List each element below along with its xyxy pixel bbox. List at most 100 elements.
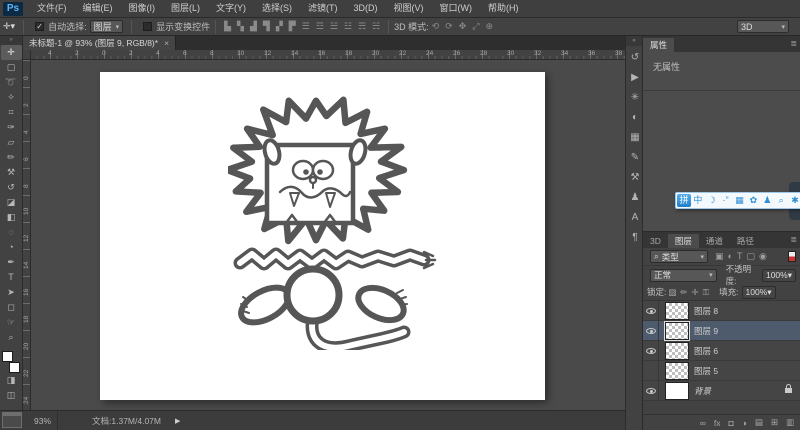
- 3d-slide-icon[interactable]: ⤢: [469, 21, 482, 32]
- hand-tool[interactable]: ☞: [1, 315, 22, 330]
- tab-图层[interactable]: 图层: [667, 234, 699, 248]
- brush-panel-icon[interactable]: ✎: [626, 152, 644, 163]
- status-options-icon[interactable]: ▶: [175, 417, 180, 425]
- menu-item[interactable]: 帮助(H): [480, 0, 527, 17]
- distribute-left-icon[interactable]: ☳: [341, 21, 355, 32]
- menu-item[interactable]: 视图(V): [386, 0, 432, 17]
- eraser-tool[interactable]: ◪: [1, 195, 22, 210]
- align-right-icon[interactable]: ▟: [247, 21, 260, 32]
- ime-fullwidth-toggle-icon[interactable]: ☽: [705, 193, 719, 208]
- layer-row[interactable]: 图层 5: [643, 360, 800, 381]
- pen-tool[interactable]: ✒: [1, 255, 22, 270]
- visibility-toggle[interactable]: [643, 340, 659, 361]
- lock-position-icon[interactable]: ✛: [692, 287, 699, 298]
- menu-item[interactable]: 3D(D): [346, 0, 386, 17]
- foreground-color-swatch[interactable]: [2, 351, 13, 362]
- ime-logo-icon[interactable]: 拼: [677, 194, 691, 207]
- layer-row[interactable]: 图层 9: [643, 320, 800, 341]
- 3d-drag-icon[interactable]: ✥: [456, 21, 470, 32]
- paragraph-panel-icon[interactable]: ¶: [626, 232, 644, 243]
- clone-stamp-tool[interactable]: ⚒: [1, 165, 22, 180]
- styles-panel-icon[interactable]: ▦: [626, 132, 644, 143]
- menu-item[interactable]: 图层(L): [163, 0, 208, 17]
- visibility-toggle[interactable]: [643, 320, 659, 341]
- color-swatches[interactable]: [2, 351, 20, 373]
- show-transform-checkbox[interactable]: [143, 22, 153, 31]
- layer-thumbnail[interactable]: [665, 361, 689, 380]
- quick-selection-tool[interactable]: ✧: [1, 90, 22, 105]
- history-panel-icon[interactable]: ↺: [626, 52, 644, 63]
- workspace-switcher[interactable]: 3D ▾: [737, 20, 789, 33]
- ime-punctuation-icon[interactable]: ·”: [719, 193, 733, 208]
- new-group-icon[interactable]: ▤: [755, 417, 763, 428]
- 3d-roll-icon[interactable]: ⟳: [442, 21, 456, 32]
- new-layer-icon[interactable]: ⊞: [771, 417, 778, 428]
- brush-tool[interactable]: ✏: [1, 150, 22, 165]
- ime-skin-icon[interactable]: ✿: [746, 193, 760, 208]
- filter-smart-objects-icon[interactable]: ◉: [759, 251, 767, 262]
- blur-tool[interactable]: ◌: [1, 225, 22, 240]
- delete-layer-icon[interactable]: ▥: [786, 417, 794, 428]
- lasso-tool[interactable]: ➰: [1, 75, 22, 90]
- lock-transparency-icon[interactable]: ▨: [668, 287, 676, 298]
- ime-settings-icon[interactable]: ✱: [788, 193, 800, 208]
- auto-select-checkbox[interactable]: ✓: [35, 22, 45, 31]
- align-top-icon[interactable]: ▜: [260, 21, 273, 32]
- crop-tool[interactable]: ⌗: [1, 105, 22, 120]
- layer-thumbnail[interactable]: [665, 381, 689, 400]
- layer-row[interactable]: 背景: [643, 380, 800, 401]
- current-tool-icon[interactable]: ✛▾: [0, 21, 18, 32]
- menu-item[interactable]: 编辑(E): [75, 0, 121, 17]
- panel-menu-icon[interactable]: ≣: [790, 235, 797, 244]
- lock-pixels-icon[interactable]: ✏: [680, 287, 687, 298]
- auto-select-dropdown[interactable]: 图层 ▾: [89, 20, 124, 33]
- visibility-toggle[interactable]: [643, 360, 659, 381]
- clone-source-panel-icon[interactable]: ⚒: [626, 172, 644, 183]
- menu-item[interactable]: 选择(S): [254, 0, 300, 17]
- healing-brush-tool[interactable]: ▱: [1, 135, 22, 150]
- distribute-v-center-icon[interactable]: ☲: [313, 21, 327, 32]
- distribute-right-icon[interactable]: ☵: [369, 21, 383, 32]
- layer-thumbnail[interactable]: [664, 320, 690, 341]
- ime-search-icon[interactable]: ⌕: [774, 193, 788, 208]
- layer-row[interactable]: 图层 6: [643, 340, 800, 361]
- tab-properties[interactable]: 属性: [643, 38, 675, 52]
- layer-row[interactable]: 图层 8: [643, 300, 800, 321]
- fill-field[interactable]: 100% ▾: [741, 285, 776, 299]
- shape-tool[interactable]: ◻: [1, 300, 22, 315]
- align-bottom-icon[interactable]: ▛: [286, 21, 299, 32]
- ime-softkeyboard-icon[interactable]: ▦: [733, 193, 747, 208]
- visibility-toggle[interactable]: [643, 380, 659, 401]
- filter-type-layers-icon[interactable]: T: [737, 251, 743, 262]
- gradient-tool[interactable]: ◧: [1, 210, 22, 225]
- menu-item[interactable]: 滤镜(T): [300, 0, 346, 17]
- menu-item[interactable]: 文字(Y): [208, 0, 254, 17]
- close-icon[interactable]: ×: [164, 38, 169, 48]
- ime-cn-en-toggle-icon[interactable]: 中: [691, 193, 705, 208]
- tab-路径[interactable]: 路径: [730, 234, 761, 248]
- eyedropper-tool[interactable]: ✑: [1, 120, 22, 135]
- layer-filter-dropdown[interactable]: ⌕ 类型 ▾: [650, 250, 708, 263]
- blend-mode-dropdown[interactable]: 正常 ▾: [650, 268, 717, 282]
- distribute-top-icon[interactable]: ☰: [299, 21, 313, 32]
- 3d-scale-icon[interactable]: ⊕: [482, 21, 496, 32]
- opacity-field[interactable]: 100% ▾: [761, 268, 796, 282]
- filter-shape-layers-icon[interactable]: ▢: [746, 251, 755, 262]
- zoom-tool[interactable]: ⌕: [1, 330, 22, 345]
- ime-toolbar[interactable]: 拼中 ☽ ·” ▦ ✿ ♟ ⌕ ✱: [675, 192, 800, 209]
- menu-item[interactable]: 图像(I): [121, 0, 164, 17]
- layer-style-icon[interactable]: fx: [714, 418, 721, 428]
- quick-mask-icon[interactable]: ◨: [1, 373, 22, 388]
- marquee-tool[interactable]: ▢: [1, 60, 22, 75]
- character-panel-icon[interactable]: A: [626, 212, 644, 223]
- layer-thumbnail[interactable]: [665, 341, 689, 360]
- zoom-level-field[interactable]: 93%: [28, 411, 59, 430]
- adjustments-panel-icon[interactable]: ✳: [626, 92, 644, 103]
- curves-panel-icon[interactable]: ◐: [626, 112, 644, 123]
- move-tool[interactable]: ✛: [0, 45, 22, 60]
- type-tool[interactable]: T: [1, 270, 22, 285]
- add-layer-mask-icon[interactable]: ◘: [729, 418, 734, 428]
- canvas-pasteboard[interactable]: [31, 60, 625, 410]
- canvas-document[interactable]: [100, 72, 545, 400]
- screen-mode-icon[interactable]: ◫: [1, 388, 22, 403]
